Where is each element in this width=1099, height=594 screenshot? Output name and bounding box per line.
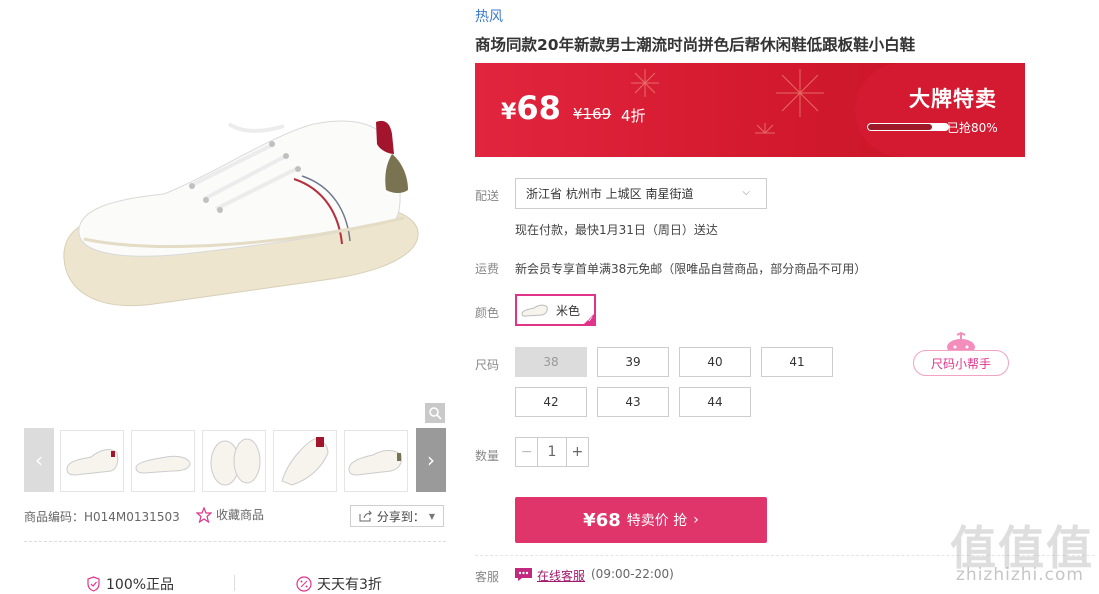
sold-progress-text: 已抢80% (947, 121, 998, 135)
delivery-eta: 现在付款，最快1月31日（周日）送达 (515, 223, 718, 237)
flash-sale-banner: ¥68 ¥169 4折 大牌特卖 已抢80% (475, 63, 1025, 157)
caret-down-icon: ▼ (428, 511, 436, 521)
brand-link[interactable]: 热风 (475, 6, 503, 26)
chevron-left-icon[interactable]: ‹ (24, 428, 54, 492)
size-option[interactable]: 42 (515, 387, 587, 417)
service-hours: (09:00-22:00) (591, 567, 674, 581)
chevron-down-icon: ⌵ (742, 187, 750, 198)
share-button[interactable]: 分享到： ▼ (350, 505, 444, 527)
guarantee-authentic: 100%正品 (86, 574, 174, 594)
star-icon (196, 506, 212, 523)
thumbnail[interactable] (131, 430, 195, 492)
flash-title: 大牌特卖 (909, 87, 997, 111)
size-option[interactable]: 39 (597, 347, 669, 377)
guarantee-discount: 天天有3折 (296, 574, 382, 594)
product-title: 商场同款20年新款男士潮流时尚拼色后帮休闲鞋低跟板鞋小白鞋 (475, 36, 916, 54)
check-icon: ✓ (587, 315, 594, 324)
plus-button[interactable]: + (567, 438, 588, 466)
size-option[interactable]: 43 (597, 387, 669, 417)
sneaker-image (63, 120, 419, 307)
service-label: 客服 (475, 570, 500, 584)
product-main-image[interactable] (24, 4, 446, 422)
buy-label: 特卖价 抢 (626, 513, 688, 529)
percent-icon (296, 576, 312, 592)
thumbnail[interactable] (60, 430, 124, 492)
size-option: 38 (515, 347, 587, 377)
thumbnail[interactable] (273, 430, 337, 492)
original-price: ¥169 (573, 105, 612, 123)
online-service-link[interactable]: 在线客服 (537, 567, 585, 584)
thumbnail-strip: ‹ › (24, 428, 446, 494)
shield-check-icon (87, 576, 100, 592)
zoom-icon[interactable] (425, 403, 445, 423)
color-option-label: 米色 (556, 303, 581, 318)
buy-price: ¥68 (583, 509, 621, 531)
share-label: 分享到： (376, 509, 425, 524)
quantity-label: 数量 (475, 449, 500, 463)
favorite-button[interactable]: 收藏商品 (196, 506, 264, 523)
thumbnail[interactable] (344, 430, 408, 492)
divider (24, 541, 446, 542)
size-label: 尺码 (475, 358, 500, 372)
size-helper-button[interactable]: 尺码小帮手 (913, 350, 1009, 376)
size-option[interactable]: 44 (679, 387, 751, 417)
guarantee-label: 天天有3折 (317, 577, 382, 593)
quantity-input[interactable]: 1 (537, 438, 567, 466)
shipping-text: 新会员专享首单满38元免邮（限唯品自营商品，部分商品不可用） (515, 262, 867, 276)
size-option[interactable]: 40 (679, 347, 751, 377)
size-option[interactable]: 41 (761, 347, 833, 377)
shipping-label: 运费 (475, 262, 500, 276)
divider (234, 575, 235, 591)
chevron-right-icon[interactable]: › (416, 428, 446, 492)
favorite-label: 收藏商品 (216, 508, 265, 522)
color-label: 颜色 (475, 306, 500, 320)
minus-button[interactable]: − (516, 438, 537, 466)
address-value: 浙江省 杭州市 上城区 南星街道 (526, 187, 694, 201)
color-swatch (521, 304, 548, 317)
watermark-url: zhizhizhi.com (956, 565, 1084, 585)
sale-price: ¥68 (501, 89, 561, 127)
guarantee-label: 100%正品 (106, 577, 175, 593)
product-code: 商品编码：H014M0131503 (24, 510, 180, 524)
quantity-stepper: − 1 + (515, 437, 589, 467)
thumbnail[interactable] (202, 430, 266, 492)
share-icon (359, 510, 373, 522)
chevron-right-icon: › (693, 512, 699, 528)
chat-icon (514, 567, 533, 586)
delivery-label: 配送 (475, 189, 500, 203)
buy-now-button[interactable]: ¥68 特卖价 抢 › (515, 497, 767, 543)
address-select[interactable]: 浙江省 杭州市 上城区 南星街道 ⌵ (515, 178, 767, 209)
sold-progress-bar (867, 123, 949, 131)
color-option-selected[interactable]: 米色 ✓ (515, 294, 596, 326)
discount: 4折 (621, 107, 646, 125)
